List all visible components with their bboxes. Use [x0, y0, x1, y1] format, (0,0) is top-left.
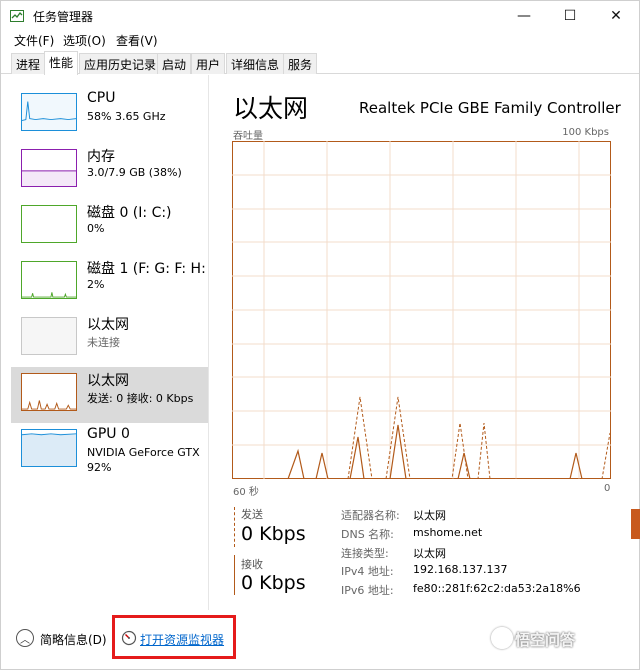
sidebar-item-name: 以太网 [87, 373, 129, 389]
resource-monitor-icon [121, 630, 137, 646]
ethernet-thumbnail-graph [21, 373, 77, 411]
time-span-label: 60 秒 [233, 487, 259, 498]
info-key-dns: DNS 名称: [341, 528, 394, 541]
menu-bar: 文件(F) 选项(O) 查看(V) [1, 31, 639, 49]
sidebar-item-cpu[interactable]: CPU 58% 3.65 GHz [11, 87, 208, 143]
memory-thumbnail-graph [21, 149, 77, 187]
tab-startup[interactable]: 启动 [157, 53, 192, 74]
watermark-logo-icon [491, 627, 513, 649]
watermark-text: 悟空问答 [515, 631, 576, 649]
task-manager-window: 任务管理器 — ☐ ✕ 文件(F) 选项(O) 查看(V) 进程 性能 应用历史… [0, 0, 640, 670]
tab-details[interactable]: 详细信息 [226, 53, 285, 74]
maximize-icon: ☐ [563, 8, 577, 24]
sidebar-item-ethernet-active[interactable]: 以太网 发送: 0 接收: 0 Kbps [11, 367, 208, 423]
menu-options[interactable]: 选项(O) [63, 32, 106, 49]
receive-legend-line [234, 555, 235, 595]
sidebar-item-detail: 未连接 [87, 336, 120, 349]
cpu-thumbnail-graph [21, 93, 77, 131]
menu-view[interactable]: 查看(V) [116, 32, 158, 49]
open-resource-monitor-link[interactable]: 打开资源监视器 [140, 631, 224, 648]
info-value-adapter: 以太网 [413, 509, 446, 522]
sidebar-item-name: GPU 0 [87, 426, 130, 442]
axis-max-label: 100 Kbps [562, 127, 609, 138]
sidebar-item-gpu[interactable]: GPU 0 NVIDIA GeForce GTX 92% [11, 423, 208, 483]
sidebar-item-disk-0[interactable]: 磁盘 0 (I: C:) 0% [11, 199, 208, 255]
info-key-ipv4: IPv4 地址: [341, 565, 394, 578]
fewer-details-button[interactable]: 简略信息(D) [40, 631, 107, 648]
ethernet-disconnected-thumbnail [21, 317, 77, 355]
info-key-connection-type: 连接类型: [341, 547, 389, 560]
sidebar-item-name: CPU [87, 90, 116, 106]
throughput-label: 吞吐量 [233, 131, 263, 142]
minimize-button[interactable]: — [501, 1, 547, 31]
title-bar: 任务管理器 — ☐ ✕ [1, 1, 639, 31]
menu-file[interactable]: 文件(F) [14, 32, 54, 49]
sidebar-item-detail: 3.0/7.9 GB (38%) [87, 166, 182, 179]
close-icon: ✕ [610, 8, 622, 24]
close-button[interactable]: ✕ [593, 1, 639, 31]
edge-artifact [631, 509, 640, 539]
tab-bar: 进程 性能 应用历史记录 启动 用户 详细信息 服务 [1, 51, 639, 75]
sidebar-item-detail: 0% [87, 222, 105, 235]
task-manager-icon [10, 10, 24, 22]
sidebar-item-name: 以太网 [87, 317, 129, 333]
info-value-ipv4: 192.168.137.137 [413, 563, 508, 576]
sidebar-item-name: 内存 [87, 149, 115, 165]
disk-0-thumbnail-graph [21, 205, 77, 243]
info-key-adapter: 适配器名称: [341, 509, 400, 522]
send-value: 0 Kbps [241, 523, 306, 545]
time-zero-label: 0 [604, 483, 611, 494]
collapse-chevron-icon[interactable]: ︿ [16, 629, 34, 647]
gpu-thumbnail-graph [21, 429, 77, 467]
sidebar-item-name: 磁盘 1 (F: G: F: H: [87, 261, 206, 277]
sidebar-item-name: 磁盘 0 (I: C:) [87, 205, 172, 221]
sidebar-item-disk-1[interactable]: 磁盘 1 (F: G: F: H: 2% [11, 255, 208, 311]
tab-services[interactable]: 服务 [283, 53, 318, 74]
sidebar-item-detail: 发送: 0 接收: 0 Kbps [87, 392, 194, 405]
tab-app-history[interactable]: 应用历史记录 [79, 53, 162, 74]
sidebar-item-memory[interactable]: 内存 3.0/7.9 GB (38%) [11, 143, 208, 199]
throughput-graph [232, 141, 611, 479]
sidebar-item-usage: 92% [87, 461, 112, 474]
info-key-ipv6: IPv6 地址: [341, 584, 394, 597]
info-value-connection-type: 以太网 [413, 547, 446, 560]
sidebar-item-detail: 58% 3.65 GHz [87, 110, 166, 123]
adapter-name: Realtek PCIe GBE Family Controller [359, 99, 621, 117]
receive-value: 0 Kbps [241, 572, 306, 594]
minimize-icon: — [517, 8, 531, 24]
maximize-button[interactable]: ☐ [547, 1, 593, 31]
send-legend-line [234, 507, 235, 547]
send-label: 发送 [241, 508, 263, 521]
tab-performance[interactable]: 性能 [44, 51, 79, 75]
sidebar-item-ethernet-disconnected[interactable]: 以太网 未连接 [11, 311, 208, 367]
page-title: 以太网 [233, 94, 309, 123]
performance-sidebar: CPU 58% 3.65 GHz 内存 3.0/7.9 GB (38%) 磁盘 … [1, 75, 209, 610]
tab-processes[interactable]: 进程 [11, 53, 46, 74]
sidebar-item-detail: 2% [87, 278, 105, 291]
info-value-ipv6: fe80::281f:62c2:da53:2a18%6 [413, 582, 581, 595]
sidebar-item-detail: NVIDIA GeForce GTX [87, 446, 200, 459]
tab-users[interactable]: 用户 [191, 53, 226, 74]
window-title: 任务管理器 [33, 10, 94, 24]
receive-label: 接收 [241, 558, 263, 571]
info-value-dns: mshome.net [413, 526, 483, 539]
disk-1-thumbnail-graph [21, 261, 77, 299]
